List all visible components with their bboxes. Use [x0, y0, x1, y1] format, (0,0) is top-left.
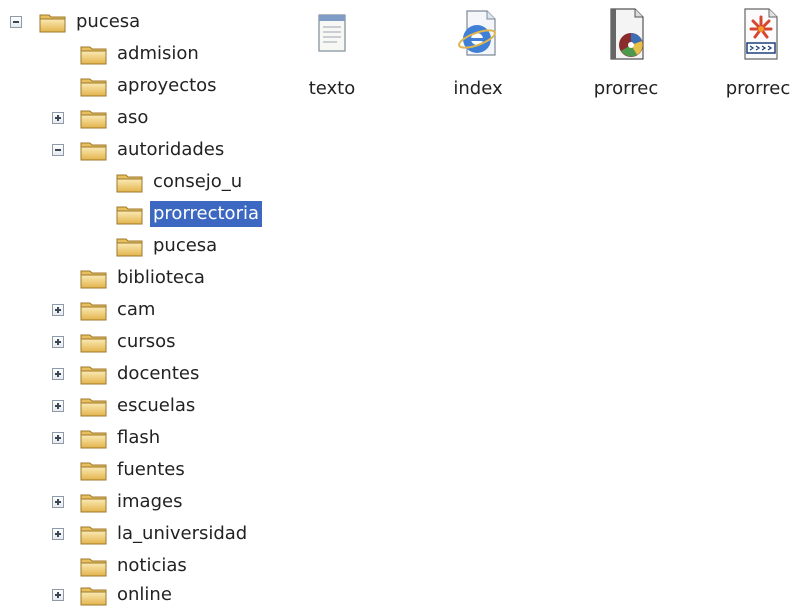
tree-node-label: noticias [117, 555, 187, 576]
folder-icon [79, 106, 109, 130]
tree-node-label: pucesa [76, 11, 141, 32]
collapse-icon[interactable] [52, 144, 64, 156]
folder-icon [79, 394, 109, 418]
tree-node-label: autoridades [117, 139, 225, 160]
folder-icon [79, 330, 109, 354]
folder-icon [79, 74, 109, 98]
tree-node-label-selected: prorrectoria [150, 201, 263, 227]
expand-icon[interactable] [52, 432, 64, 444]
tree-node-label: images [117, 491, 183, 512]
folder-icon [79, 458, 109, 482]
folder-icon [115, 234, 145, 258]
file-label: prorrec [593, 78, 659, 99]
folder-icon [79, 554, 109, 578]
folder-icon [79, 362, 109, 386]
expand-icon[interactable] [52, 112, 64, 124]
tree-node-label: escuelas [117, 395, 196, 416]
file-label: prorrec [725, 78, 791, 99]
expand-icon[interactable] [52, 589, 64, 601]
file-label: index [453, 78, 503, 99]
tree-node-label: biblioteca [117, 267, 205, 288]
tree-node-label: flash [117, 427, 161, 448]
folder-icon [79, 522, 109, 546]
tree-node-label: aproyectos [117, 75, 217, 96]
tree-node-label: consejo_u [153, 171, 243, 192]
expand-icon[interactable] [52, 336, 64, 348]
tree-node-label: docentes [117, 363, 200, 384]
folder-icon [79, 42, 109, 66]
folder-icon [79, 490, 109, 514]
file-item-index[interactable]: index [426, 0, 530, 110]
folder-tree: pucesa admision aproyectos aso autoridad… [0, 0, 300, 610]
tree-node-label: online [117, 584, 172, 605]
file-label: texto [308, 78, 356, 99]
collapse-icon[interactable] [10, 16, 22, 28]
notepad-icon [318, 14, 346, 52]
expand-icon[interactable] [52, 400, 64, 412]
folder-icon [79, 426, 109, 450]
folder-icon [38, 10, 68, 34]
tree-node-label: aso [117, 107, 149, 128]
expand-icon[interactable] [52, 496, 64, 508]
tree-node-label: la_universidad [117, 523, 248, 544]
html-document-icon [458, 10, 496, 56]
file-item-prorrec-flash[interactable]: prorrec [706, 0, 810, 110]
folder-icon [79, 298, 109, 322]
file-item-prorrec-media[interactable]: prorrec [574, 0, 678, 110]
folder-icon [79, 583, 109, 607]
folder-icon [115, 170, 145, 194]
file-item-texto[interactable]: texto [280, 0, 384, 110]
tree-node-label: cursos [117, 331, 176, 352]
expand-icon[interactable] [52, 368, 64, 380]
tree-node-label: pucesa [153, 235, 218, 256]
tree-node-label: cam [117, 299, 156, 320]
expand-icon[interactable] [52, 304, 64, 316]
folder-icon [79, 138, 109, 162]
folder-icon [79, 266, 109, 290]
open-folder-icon [115, 202, 145, 226]
expand-icon[interactable] [52, 528, 64, 540]
tree-node-label: fuentes [117, 459, 185, 480]
tree-node-label: admision [117, 43, 199, 64]
media-file-icon [610, 8, 644, 60]
flash-movie-icon [744, 8, 778, 60]
